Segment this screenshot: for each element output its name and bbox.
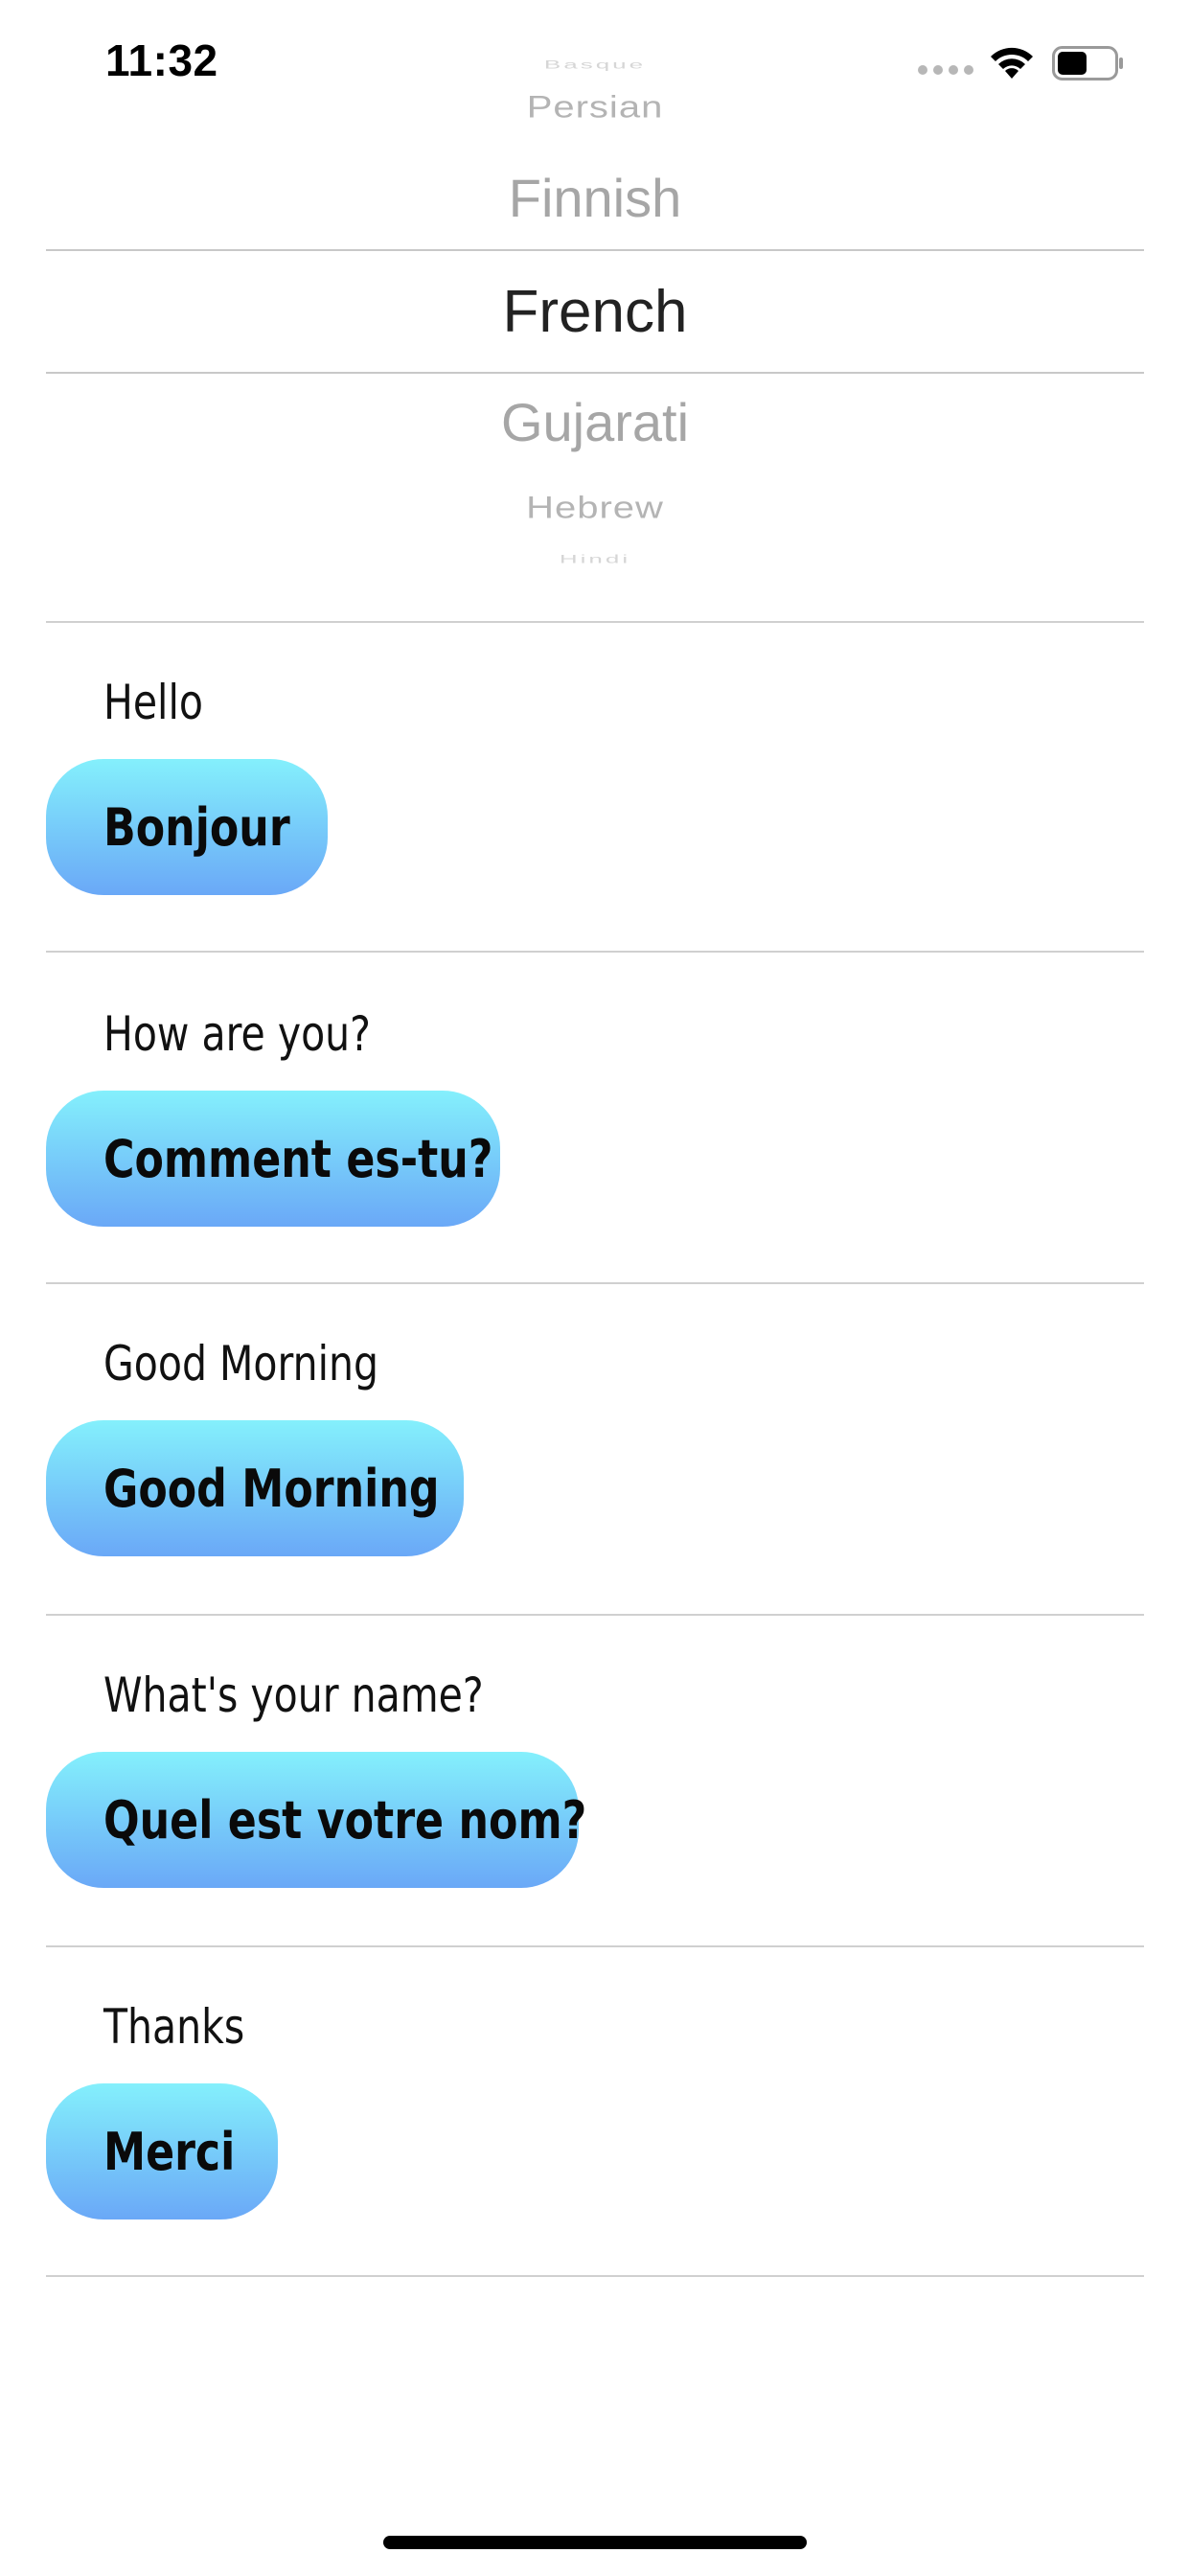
screen: 11:32 Basque Persian Finnish French Guja… <box>0 0 1190 2576</box>
translation-text: Merci <box>103 2121 236 2182</box>
translation-bubble[interactable]: Quel est votre nom? <box>46 1752 586 1888</box>
phrase-english: How are you? <box>103 1006 371 1062</box>
row-divider <box>46 2275 1144 2277</box>
picker-option-basque[interactable]: Basque <box>0 58 1190 72</box>
row-divider <box>46 1945 1144 1947</box>
translation-text: Quel est votre nom? <box>103 1789 587 1851</box>
translation-text: Bonjour <box>103 796 290 858</box>
phrase-english: Good Morning <box>103 1336 378 1392</box>
picker-selection-top-line <box>46 249 1144 251</box>
translation-text: Good Morning <box>103 1458 440 1519</box>
picker-option-gujarati[interactable]: Gujarati <box>0 391 1190 453</box>
translation-bubble[interactable]: Merci <box>46 2083 278 2220</box>
picker-selection-bottom-line <box>46 372 1144 374</box>
row-divider <box>46 1282 1144 1284</box>
translation-text: Comment es-tu? <box>103 1128 493 1189</box>
home-indicator[interactable] <box>383 2536 807 2549</box>
picker-option-hebrew[interactable]: Hebrew <box>0 492 1190 526</box>
translation-bubble[interactable]: Good Morning <box>46 1420 464 1556</box>
row-divider <box>46 1614 1144 1616</box>
phrase-english: Thanks <box>103 1999 245 2055</box>
phrase-english: What's your name? <box>103 1668 484 1723</box>
picker-option-french-selected[interactable]: French <box>0 278 1190 346</box>
row-divider <box>46 621 1144 623</box>
translation-bubble[interactable]: Comment es-tu? <box>46 1091 500 1227</box>
phrase-english: Hello <box>103 675 203 730</box>
row-divider <box>46 951 1144 953</box>
picker-option-finnish[interactable]: Finnish <box>0 167 1190 229</box>
picker-option-hindi[interactable]: Hindi <box>0 553 1190 566</box>
picker-option-persian[interactable]: Persian <box>0 91 1190 126</box>
translation-bubble[interactable]: Bonjour <box>46 759 328 895</box>
